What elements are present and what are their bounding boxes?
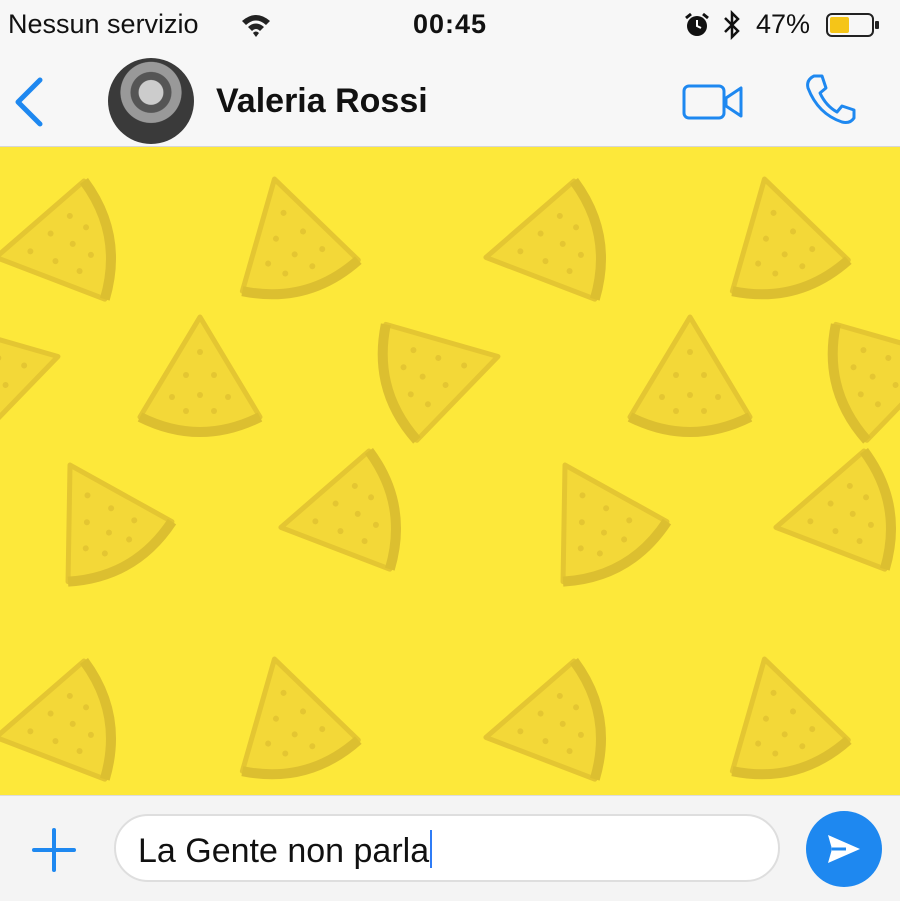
send-button[interactable] (806, 811, 882, 887)
send-icon (828, 835, 860, 863)
watermelon-slice (217, 164, 363, 306)
chat-wallpaper (0, 147, 900, 795)
watermelon-slice (513, 435, 674, 595)
watermelon-slice (0, 178, 120, 316)
video-call-icon[interactable] (682, 82, 744, 122)
avatar[interactable] (108, 58, 194, 144)
watermelon-slice (140, 317, 260, 432)
message-input[interactable]: La Gente non parla (114, 814, 780, 882)
battery-icon (826, 13, 879, 37)
message-input-text[interactable]: La Gente non parla (138, 832, 429, 870)
watermelon-slice (0, 299, 73, 445)
watermelon-slice (0, 658, 120, 795)
plus-icon[interactable] (30, 826, 78, 874)
watermelon-slice (217, 644, 363, 786)
watermelon-slice (707, 644, 853, 786)
bluetooth-icon (724, 10, 740, 40)
battery-percentage: 47% (756, 9, 811, 39)
alarm-icon (685, 12, 709, 36)
back-icon[interactable] (10, 76, 50, 128)
watermelon-slice (270, 448, 404, 586)
watermelon-slice (18, 435, 179, 595)
message-composer: La Gente non parla (0, 795, 900, 901)
watermelon-slice (630, 317, 750, 432)
contact-name[interactable]: Valeria Rossi (216, 82, 428, 121)
watermelon-slice (475, 178, 609, 316)
watermelon-slice (371, 299, 513, 445)
watermelon-slice (475, 658, 609, 795)
watermelon-slice (707, 164, 853, 306)
chat-header: Valeria Rossi (0, 50, 900, 147)
text-caret (430, 830, 433, 868)
phone-icon[interactable] (804, 72, 858, 126)
watermelon-pattern (0, 147, 900, 795)
watermelon-slice (765, 448, 899, 586)
status-bar: Nessun servizio 00:45 47% (0, 0, 900, 50)
watermelon-slice (821, 299, 900, 445)
